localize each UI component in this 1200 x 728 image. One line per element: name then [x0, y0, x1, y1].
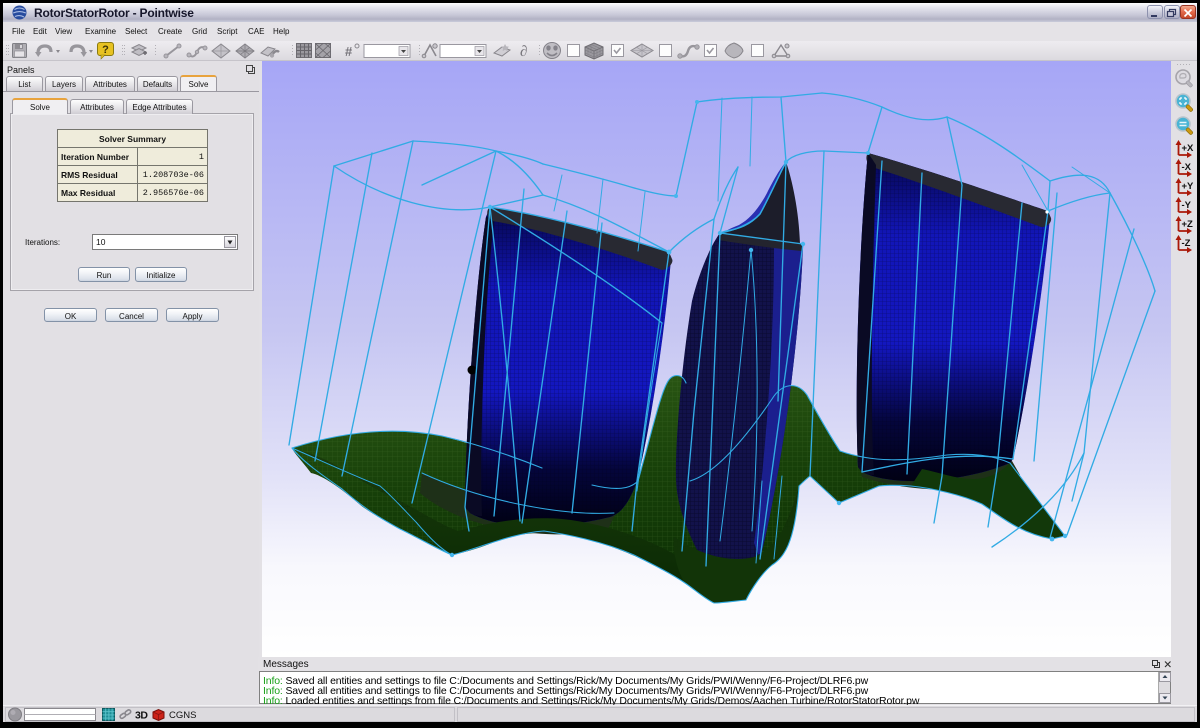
svg-text:+X: +X: [1182, 143, 1195, 154]
svg-text:+Y: +Y: [1182, 181, 1195, 192]
svg-text:3D: 3D: [135, 710, 148, 722]
svg-text:+Z: +Z: [1182, 219, 1194, 230]
svg-text:-Z: -Z: [1182, 238, 1191, 249]
svg-text:-X: -X: [1182, 162, 1192, 173]
svg-text:-Y: -Y: [1182, 200, 1192, 211]
svg-text:∂: ∂: [520, 44, 527, 60]
svg-text:#: #: [345, 44, 353, 59]
svg-text:CGNS: CGNS: [169, 710, 196, 721]
svg-text:?: ?: [102, 44, 109, 56]
